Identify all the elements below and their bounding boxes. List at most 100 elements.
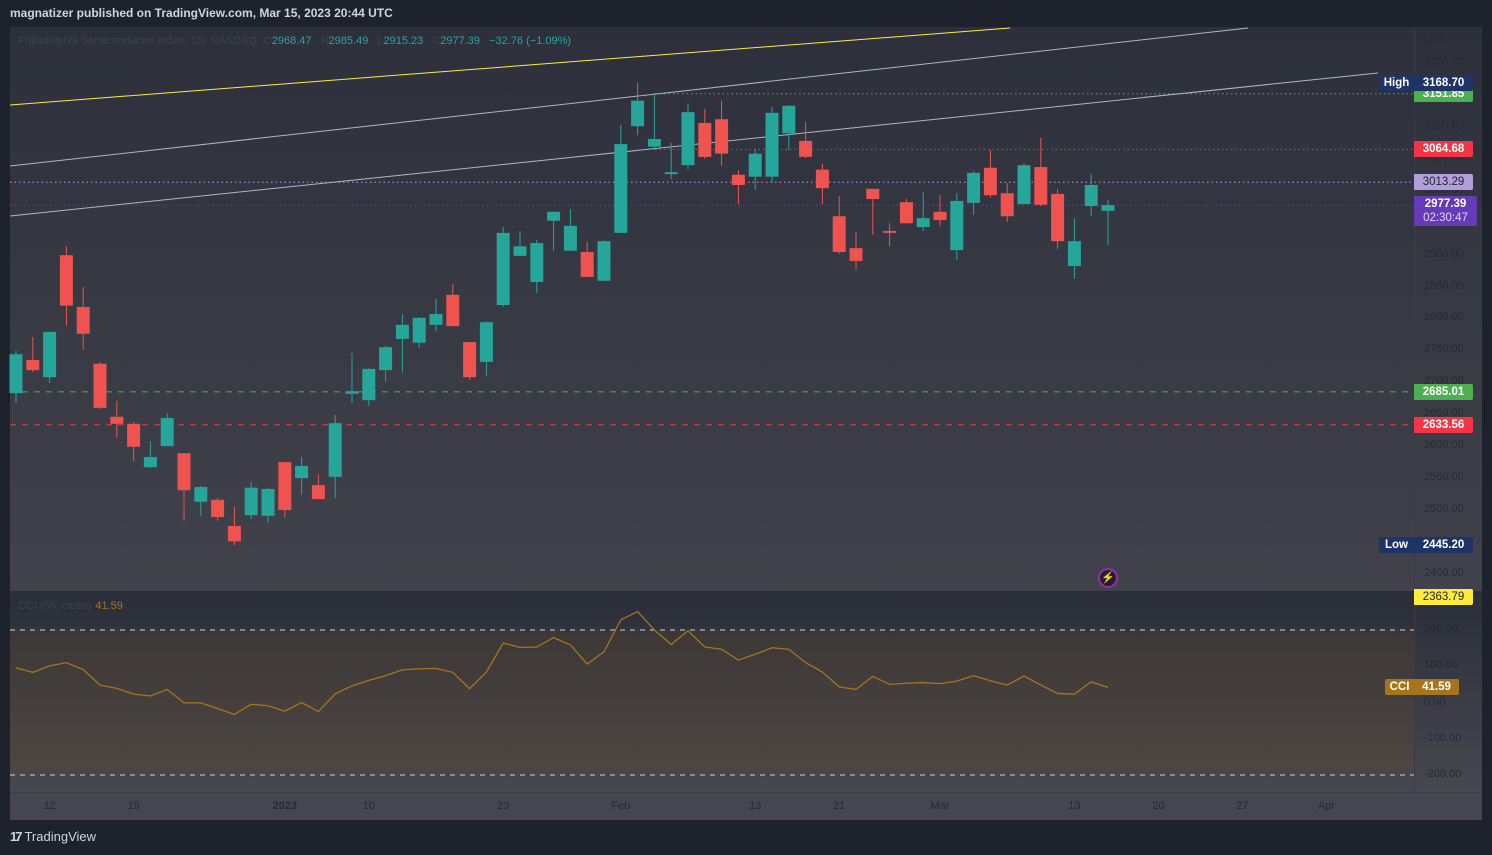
candle [765,107,779,184]
candle-body [1067,241,1081,267]
candle [194,485,208,516]
time-tick: 23 [497,800,510,812]
candle [849,232,863,270]
candle [26,336,40,373]
candle-body [127,423,141,447]
candle-body [1017,165,1031,205]
price-level-badge: 2685.01 [1414,383,1473,400]
candle [127,421,141,461]
candle-body [782,105,796,134]
candle-body [698,123,712,157]
candle-body [227,525,241,542]
trendline-upper [9,27,1249,167]
candle [799,121,813,159]
candle-body [849,248,863,261]
candle [278,462,292,518]
price-tick: 2900.00 [1424,247,1464,260]
candle-body [59,255,73,306]
candle-body [446,294,460,327]
candle [463,342,477,380]
price-tick: 3100.00 [1424,119,1464,132]
cci-tick: -100.00 [1424,731,1462,744]
change-value: −32.76 (−1.09%) [489,35,572,47]
candle-body [328,423,342,477]
candle [345,352,359,403]
cci-value: 41.59 [95,600,123,612]
candle [1051,188,1065,249]
symbol-name: Philadelphia Semiconductor Index, 1D, NA… [18,35,258,47]
footer-brand[interactable]: 17 TradingView [10,829,96,844]
candle [832,195,846,254]
candle [580,241,594,277]
candle-body [614,144,628,233]
candle [563,209,577,251]
candle [379,345,393,382]
candle-body [244,487,258,516]
price-tick: 2500.00 [1424,503,1464,516]
bar-countdown: 02:30:47 [1423,212,1468,225]
candle-body [799,140,813,157]
candle [815,163,829,205]
candle [698,108,712,159]
high-value: 2985.49 [328,35,369,47]
candle-body [1051,193,1065,242]
candle [446,283,460,327]
candle [715,100,729,166]
currency-label: USD [1424,33,1448,45]
candle [731,170,745,205]
candle [429,298,443,332]
low-value: 2915.23 [383,35,424,47]
time-tick: 21 [833,800,846,812]
candle [160,412,174,447]
candle [933,195,947,226]
candle-body [1101,205,1115,211]
candle-body [43,331,57,378]
price-level-badge: 3064.68 [1414,141,1473,158]
candle-body [899,202,913,224]
price-level-badge: 3013.29 [1414,174,1473,191]
low-tag: Low [1379,537,1414,553]
time-tick: Apr [1317,800,1335,812]
candle [1101,199,1115,245]
time-tick: 13 [1068,800,1081,812]
candle [950,193,964,260]
candle [59,246,73,327]
horizontal-levels [10,93,1414,426]
candle [883,223,897,247]
candle-body [110,416,124,424]
candle-body [883,230,897,233]
candle [967,170,981,215]
candle [530,239,544,293]
candle-body [631,100,645,127]
candle-body [580,252,594,277]
candle-body [513,246,527,256]
candle-body [748,153,762,177]
cci-value-badge: 41.59 [1414,679,1459,696]
candle [110,400,124,438]
symbol-legend: Philadelphia Semiconductor Index, 1D, NA… [18,35,577,47]
chart-plot [9,27,1414,776]
candle-body [160,418,174,447]
candle [261,487,275,523]
candle [311,474,325,500]
candle-body [1034,167,1048,205]
price-tick: 2750.00 [1424,343,1464,356]
candle-body [345,391,359,394]
time-tick: 20 [1152,800,1165,812]
cci-tick: 100.00 [1424,659,1458,672]
price-tick: 2400.00 [1424,566,1464,579]
high-tag: High [1379,74,1414,91]
high-value-badge: 3168.70 [1414,74,1473,91]
cci-legend[interactable]: CCI (55, close) 41.59 [18,600,123,612]
lightning-icon[interactable]: ⚡ [1098,568,1118,588]
cci-tick: -200.00 [1424,768,1462,780]
time-tick: 12 [43,800,56,812]
candle-body [295,465,309,479]
candle [631,82,645,136]
candle-body [143,457,157,468]
candle [899,199,913,224]
candle [748,149,762,191]
candle-body [597,241,611,281]
candle [916,191,930,231]
time-tick: 27 [1236,800,1249,812]
